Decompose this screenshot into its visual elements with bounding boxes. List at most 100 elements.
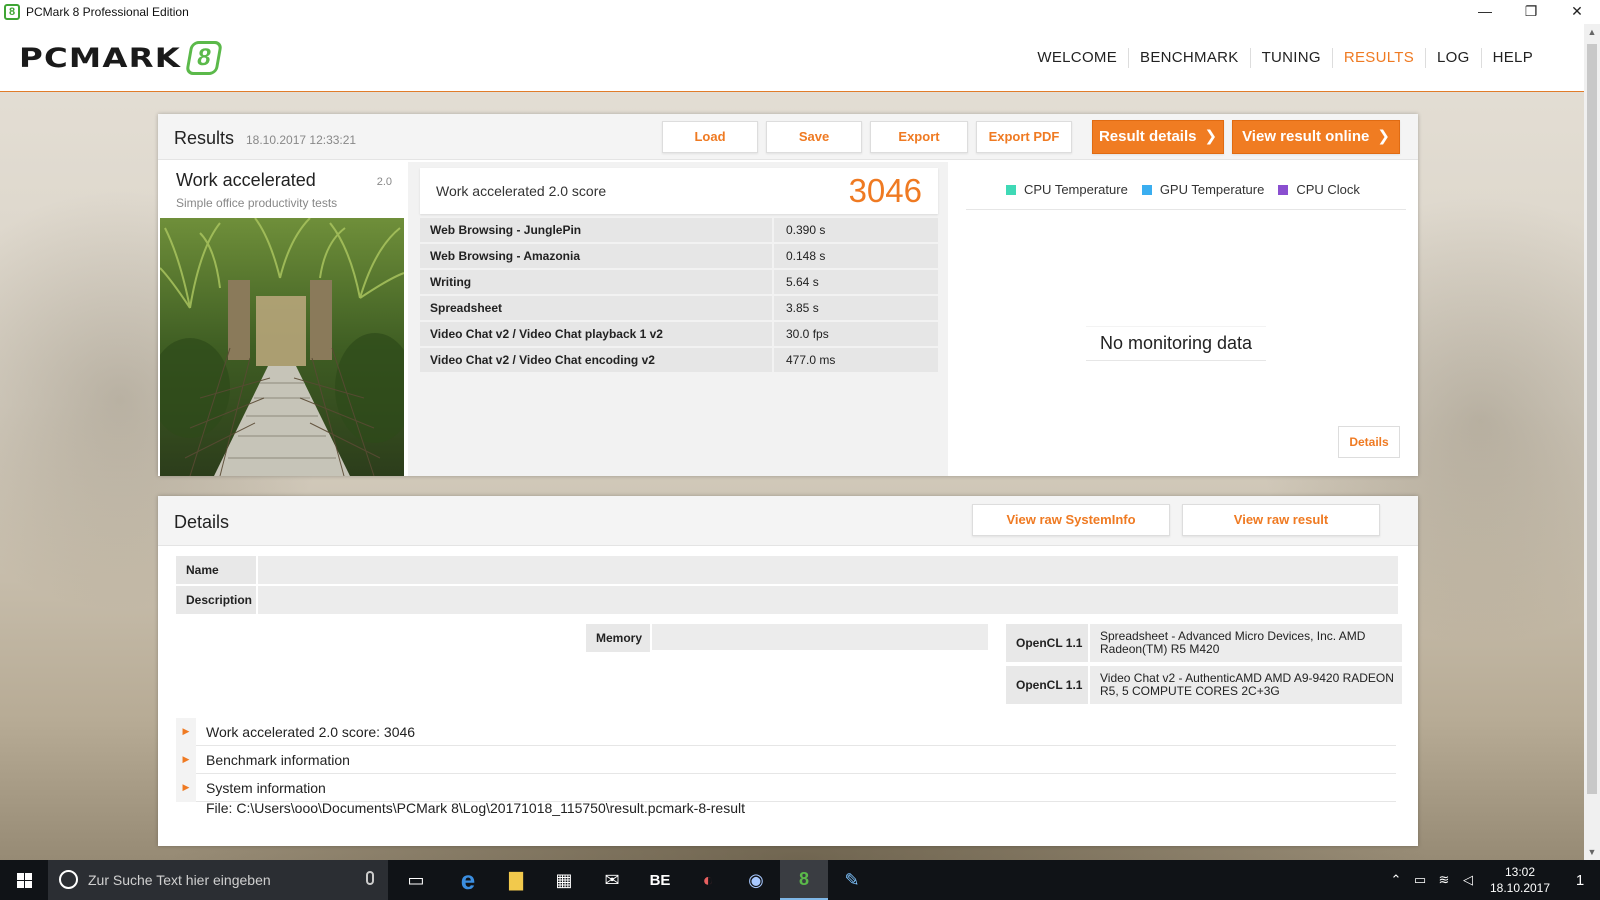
- expand-arrow-icon[interactable]: ▶: [176, 718, 196, 746]
- expand-arrow-icon[interactable]: ▶: [176, 774, 196, 802]
- result-details-label: Result details: [1098, 128, 1197, 145]
- scroll-up-arrow-icon[interactable]: ▲: [1584, 24, 1600, 40]
- expander-label: System information: [206, 780, 326, 796]
- nav-welcome[interactable]: WELCOME: [1026, 48, 1128, 68]
- subtest-value: 5.64 s: [774, 270, 938, 294]
- nav-log[interactable]: LOG: [1425, 48, 1481, 68]
- start-button[interactable]: [0, 860, 48, 900]
- vertical-scrollbar[interactable]: ▲ ▼: [1584, 24, 1600, 860]
- legend-cpu-clock[interactable]: CPU Clock: [1278, 182, 1360, 197]
- monitoring-details-button[interactable]: Details: [1338, 426, 1400, 458]
- subtest-value: 3.85 s: [774, 296, 938, 320]
- scroll-down-arrow-icon[interactable]: ▼: [1584, 844, 1600, 860]
- view-result-online-button[interactable]: View result online ❯: [1232, 120, 1400, 154]
- close-button[interactable]: ✕: [1554, 0, 1600, 24]
- results-title: Results: [174, 128, 235, 148]
- expander-system-information[interactable]: ▶ System information: [176, 774, 1396, 802]
- clock-time: 13:02: [1504, 865, 1536, 879]
- subtest-name: Web Browsing - JunglePin: [420, 218, 772, 242]
- subtest-value: 477.0 ms: [774, 348, 938, 372]
- taskbar-search[interactable]: Zur Suche Text hier eingeben: [48, 860, 388, 900]
- view-raw-result-button[interactable]: View raw result: [1182, 504, 1380, 536]
- nav-benchmark[interactable]: BENCHMARK: [1128, 48, 1250, 68]
- battery-icon[interactable]: ▭: [1408, 872, 1432, 888]
- main-nav: WELCOME BENCHMARK TUNING RESULTS LOG HEL…: [1026, 24, 1544, 92]
- legend-label: CPU Temperature: [1024, 182, 1128, 197]
- store-icon[interactable]: ▦: [540, 860, 588, 900]
- subtest-row: Writing 5.64 s: [420, 270, 938, 294]
- nav-help[interactable]: HELP: [1480, 48, 1544, 68]
- microphone-icon[interactable]: [366, 871, 374, 885]
- maximize-button[interactable]: ❐: [1508, 0, 1554, 24]
- task-view-icon[interactable]: ▭: [392, 860, 440, 900]
- score-value: 3046: [848, 172, 922, 209]
- minimize-button[interactable]: —: [1462, 0, 1508, 24]
- volume-muted-icon[interactable]: ◁: [1456, 872, 1480, 888]
- subtest-value: 30.0 fps: [774, 322, 938, 346]
- subtest-row: Video Chat v2 / Video Chat playback 1 v2…: [420, 322, 938, 346]
- search-placeholder: Zur Suche Text hier eingeben: [88, 872, 271, 888]
- nav-tuning[interactable]: TUNING: [1249, 48, 1332, 68]
- expander-benchmark-information[interactable]: ▶ Benchmark information: [176, 746, 1396, 774]
- description-row: Description: [176, 586, 1398, 614]
- results-header: Results 18.10.2017 12:33:21 Load Save Ex…: [158, 114, 1418, 160]
- pcmark-logo: PCMARK 8: [19, 41, 224, 75]
- subtest-name: Spreadsheet: [420, 296, 772, 320]
- view-raw-systeminfo-button[interactable]: View raw SystemInfo: [972, 504, 1170, 536]
- legend-label: GPU Temperature: [1159, 182, 1265, 197]
- test-subtitle: Simple office productivity tests: [176, 196, 338, 210]
- legend-gpu-temperature[interactable]: GPU Temperature: [1141, 182, 1265, 197]
- window-controls: — ❐ ✕: [1462, 0, 1600, 24]
- result-file-path: File: C:\Users\ooo\Documents\PCMark 8\Lo…: [206, 800, 745, 816]
- clock-date: 18.10.2017: [1489, 881, 1551, 895]
- clock[interactable]: 13:02 18.10.2017: [1480, 864, 1560, 896]
- opencl-value: Video Chat v2 - AuthenticAMD AMD A9-9420…: [1090, 666, 1402, 704]
- load-button[interactable]: Load: [662, 121, 758, 153]
- view-online-label: View result online: [1242, 128, 1370, 145]
- subtest-name: Writing: [420, 270, 772, 294]
- score-label: Work accelerated 2.0 score: [436, 183, 607, 199]
- memory-row: Memory: [586, 624, 988, 652]
- legend-divider: [966, 209, 1406, 210]
- description-value: [258, 586, 1398, 614]
- results-panel: Results 18.10.2017 12:33:21 Load Save Ex…: [158, 114, 1418, 476]
- logo-eight-icon: 8: [185, 41, 224, 75]
- result-details-button[interactable]: Result details ❯: [1092, 120, 1224, 154]
- chevron-up-icon[interactable]: ⌃: [1384, 872, 1408, 888]
- windows-logo-icon: [16, 872, 32, 888]
- legend-swatch: [1278, 184, 1289, 195]
- subtest-name: Video Chat v2 / Video Chat playback 1 v2: [420, 322, 772, 346]
- monitoring-legend: CPU Temperature GPU Temperature CPU Cloc…: [1006, 182, 1374, 197]
- subtest-name: Web Browsing - Amazonia: [420, 244, 772, 268]
- expand-arrow-icon[interactable]: ▶: [176, 746, 196, 774]
- export-button[interactable]: Export: [870, 121, 968, 153]
- legend-cpu-temperature[interactable]: CPU Temperature: [1006, 182, 1128, 197]
- vpn-app-icon[interactable]: ◉: [732, 860, 780, 900]
- export-pdf-button[interactable]: Export PDF: [976, 121, 1072, 153]
- name-key: Name: [176, 556, 256, 584]
- nav-results[interactable]: RESULTS: [1331, 48, 1425, 68]
- subtest-value: 0.390 s: [774, 218, 938, 242]
- scroll-thumb[interactable]: [1587, 44, 1597, 794]
- be-app-icon[interactable]: BE: [636, 860, 684, 900]
- file-explorer-icon[interactable]: ▇: [492, 860, 540, 900]
- opencl-key: OpenCL 1.1: [1006, 666, 1088, 704]
- wifi-icon[interactable]: ≋: [1432, 872, 1456, 888]
- name-value: [258, 556, 1398, 584]
- paint-app-icon[interactable]: ◐: [684, 860, 732, 900]
- logo-text: PCMARK: [19, 42, 182, 74]
- chevron-right-icon: ❯: [1204, 128, 1218, 145]
- save-button[interactable]: Save: [766, 121, 862, 153]
- score-column: Work accelerated 2.0 score 3046 Web Brow…: [408, 162, 948, 476]
- edge-icon[interactable]: e: [444, 860, 492, 900]
- mail-icon[interactable]: ✉: [588, 860, 636, 900]
- pcmark-taskbar-icon[interactable]: 8: [780, 860, 828, 900]
- expander-score[interactable]: ▶ Work accelerated 2.0 score: 3046: [176, 718, 1396, 746]
- notification-center-icon[interactable]: 1: [1560, 872, 1600, 889]
- subtest-row: Web Browsing - Amazonia 0.148 s: [420, 244, 938, 268]
- opencl-row: OpenCL 1.1 Video Chat v2 - AuthenticAMD …: [1006, 666, 1402, 704]
- expander-label: Benchmark information: [206, 752, 350, 768]
- test-card: Work accelerated 2.0 Simple office produ…: [160, 162, 404, 476]
- paint-brush-app-icon[interactable]: ✎: [828, 860, 876, 900]
- subtest-row: Video Chat v2 / Video Chat encoding v2 4…: [420, 348, 938, 372]
